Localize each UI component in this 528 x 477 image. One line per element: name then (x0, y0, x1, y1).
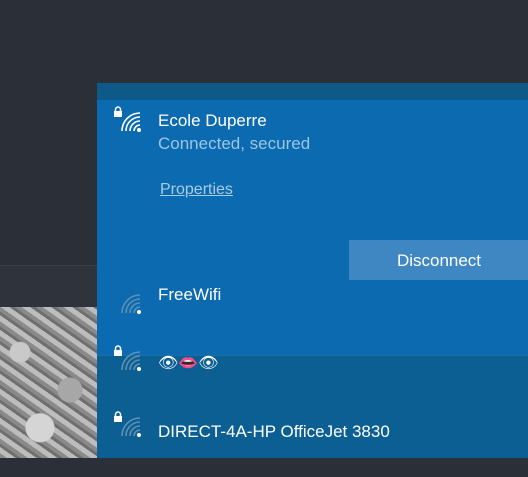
network-name: FreeWifi (158, 285, 222, 304)
disconnect-button[interactable]: Disconnect (349, 240, 528, 280)
desktop-photo (0, 307, 100, 458)
network-item-emoji[interactable]: 👁👄👁 (97, 345, 528, 411)
wifi-icon (121, 112, 141, 132)
secured-wifi-icon (113, 411, 141, 437)
properties-link[interactable]: Properties (160, 180, 233, 200)
connection-status: Connected, secured (158, 134, 311, 153)
taskbar-fragment (0, 265, 100, 308)
connected-network-name: Ecole Duperre (158, 111, 267, 130)
network-name-emoji: 👁👄👁 (158, 355, 219, 372)
wifi-icon (121, 294, 141, 314)
wifi-icon (121, 417, 141, 437)
secured-wifi-icon (113, 345, 141, 371)
flyout-header-strip (97, 83, 528, 100)
network-item-direct-hp[interactable]: DIRECT-4A-HP OfficeJet 3830 (97, 411, 528, 477)
network-item-freewifi[interactable]: FreeWifi (97, 279, 528, 345)
wifi-icon (121, 351, 141, 371)
network-flyout: Ecole Duperre Connected, secured Propert… (97, 83, 528, 458)
network-name: DIRECT-4A-HP OfficeJet 3830 (158, 422, 390, 441)
secured-wifi-icon (113, 106, 141, 132)
open-wifi-icon (113, 288, 141, 314)
